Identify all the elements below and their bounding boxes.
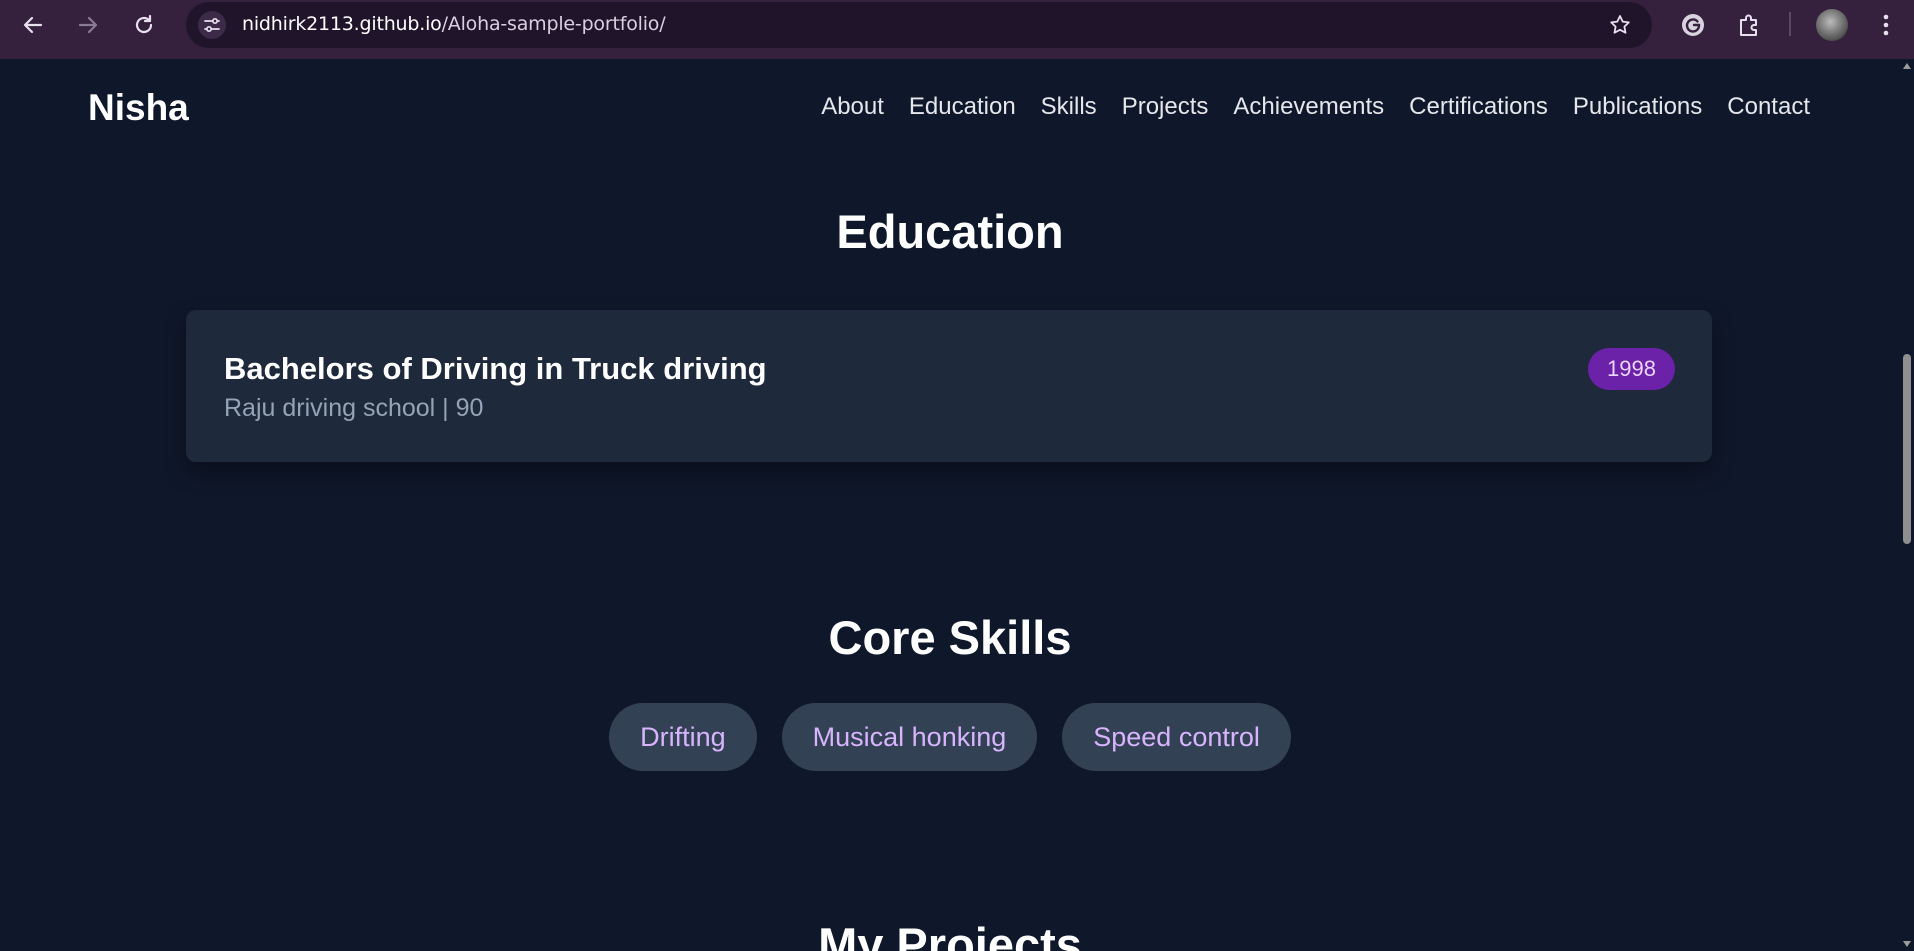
grammarly-icon[interactable]	[1677, 9, 1709, 41]
skills-heading: Core Skills	[828, 611, 1072, 664]
skill-pill: Speed control	[1062, 703, 1291, 771]
address-bar[interactable]: nidhirk2113.github.io/Aloha-sample-portf…	[186, 2, 1652, 48]
nav-link-education[interactable]: Education	[909, 93, 1016, 121]
site-brand[interactable]: Nisha	[88, 87, 189, 129]
skill-pill: Drifting	[609, 703, 757, 771]
scroll-up-icon[interactable]	[1903, 63, 1911, 69]
nav-link-projects[interactable]: Projects	[1122, 93, 1209, 121]
education-card: Bachelors of Driving in Truck driving Ra…	[186, 310, 1712, 462]
education-institution: Raju driving school | 90	[224, 394, 484, 422]
back-icon[interactable]	[18, 10, 48, 40]
bookmark-star-icon[interactable]	[1608, 13, 1632, 42]
site-nav: About Education Skills Projects Achievem…	[821, 93, 1810, 121]
projects-heading: My Projects	[818, 918, 1082, 951]
page-scrollbar[interactable]	[1900, 59, 1914, 951]
browser-toolbar: nidhirk2113.github.io/Aloha-sample-portf…	[0, 0, 1914, 59]
nav-link-certifications[interactable]: Certifications	[1409, 93, 1548, 121]
skills-list: Drifting Musical honking Speed control	[0, 703, 1900, 771]
scrollbar-thumb[interactable]	[1903, 354, 1911, 544]
education-degree: Bachelors of Driving in Truck driving	[224, 351, 767, 386]
url-path: /Aloha-sample-portfolio/	[441, 13, 666, 35]
extensions-icon[interactable]	[1733, 9, 1765, 41]
nav-link-skills[interactable]: Skills	[1041, 93, 1097, 121]
nav-link-about[interactable]: About	[821, 93, 884, 121]
scroll-down-icon[interactable]	[1903, 941, 1911, 947]
education-heading: Education	[836, 205, 1064, 258]
education-year-badge: 1998	[1588, 348, 1675, 390]
forward-icon[interactable]	[73, 10, 103, 40]
more-menu-icon[interactable]	[1870, 9, 1902, 41]
url-host: nidhirk2113.github.io	[242, 13, 442, 35]
skill-pill: Musical honking	[781, 703, 1038, 771]
site-info-icon[interactable]	[198, 11, 226, 39]
nav-link-publications[interactable]: Publications	[1573, 93, 1702, 121]
page-viewport: Nisha About Education Skills Projects Ac…	[0, 59, 1900, 951]
profile-avatar[interactable]	[1816, 9, 1848, 41]
url-text: nidhirk2113.github.io/Aloha-sample-portf…	[242, 13, 666, 35]
nav-link-achievements[interactable]: Achievements	[1233, 93, 1384, 121]
reload-icon[interactable]	[129, 10, 159, 40]
nav-link-contact[interactable]: Contact	[1727, 93, 1810, 121]
toolbar-divider	[1789, 12, 1791, 36]
